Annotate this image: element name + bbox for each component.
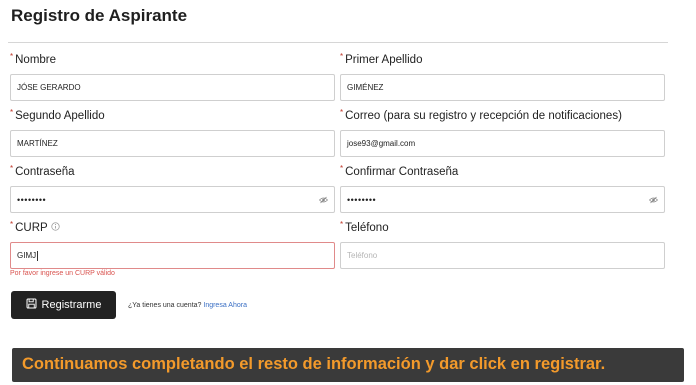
telefono-field-group: * Teléfono Teléfono [340, 220, 665, 269]
confirmar-contrasena-label-text: Confirmar Contraseña [345, 166, 459, 178]
required-marker: * [10, 108, 14, 117]
required-marker: * [10, 164, 14, 173]
nombre-field-group: * Nombre JÓSE GERARDO [10, 52, 335, 101]
contrasena-field-group: * Contraseña •••••••• [10, 164, 335, 213]
info-icon[interactable] [51, 220, 60, 236]
text-caret [37, 250, 39, 261]
contrasena-input[interactable]: •••••••• [10, 186, 335, 213]
primer-apellido-field-group: * Primer Apellido GIMÉNEZ [340, 52, 665, 101]
contrasena-label-text: Contraseña [15, 166, 75, 178]
correo-label: * Correo (para su registro y recepción d… [340, 108, 665, 124]
login-prompt: ¿Ya tienes una cuenta? Ingresa Ahora [128, 302, 247, 309]
curp-field-group: * CURP GIMJ [10, 220, 335, 269]
primer-apellido-label: * Primer Apellido [340, 52, 665, 68]
telefono-label-text: Teléfono [345, 222, 389, 234]
save-icon [26, 298, 37, 312]
telefono-placeholder: Teléfono [347, 251, 378, 260]
required-marker: * [340, 108, 344, 117]
segundo-apellido-input[interactable]: MARTÍNEZ [10, 130, 335, 157]
nombre-label-text: Nombre [15, 54, 57, 66]
login-prompt-text: ¿Ya tienes una cuenta? [128, 302, 202, 309]
segundo-apellido-field-group: * Segundo Apellido MARTÍNEZ [10, 108, 335, 157]
required-marker: * [10, 220, 14, 229]
correo-input[interactable]: jose93@gmail.com [340, 130, 665, 157]
curp-label: * CURP [10, 220, 335, 236]
correo-field-group: * Correo (para su registro y recepción d… [340, 108, 665, 157]
curp-label-text: CURP [15, 222, 48, 234]
confirmar-contrasena-label: * Confirmar Contraseña [340, 164, 665, 180]
primer-apellido-label-text: Primer Apellido [345, 54, 423, 66]
required-marker: * [340, 164, 344, 173]
confirmar-contrasena-input[interactable]: •••••••• [340, 186, 665, 213]
primer-apellido-input[interactable]: GIMÉNEZ [340, 74, 665, 101]
nombre-label: * Nombre [10, 52, 335, 68]
contrasena-label: * Contraseña [10, 164, 335, 180]
nombre-input[interactable]: JÓSE GERARDO [10, 74, 335, 101]
curp-input[interactable]: GIMJ [10, 242, 335, 269]
curp-error-message: Por favor ingrese un CURP válido [10, 270, 115, 277]
contrasena-value: •••••••• [17, 194, 47, 205]
eye-icon[interactable] [318, 196, 329, 206]
required-marker: * [340, 220, 344, 229]
confirmar-contrasena-field-group: * Confirmar Contraseña •••••••• [340, 164, 665, 213]
segundo-apellido-value: MARTÍNEZ [17, 139, 58, 148]
page-title: Registro de Aspirante [11, 6, 188, 25]
title-divider [8, 42, 668, 43]
confirmar-contrasena-value: •••••••• [347, 194, 377, 205]
video-caption: Continuamos completando el resto de info… [22, 355, 606, 373]
register-button-label: Registrarme [41, 299, 102, 311]
login-link[interactable]: Ingresa Ahora [203, 302, 247, 309]
nombre-value: JÓSE GERARDO [17, 83, 81, 92]
segundo-apellido-label: * Segundo Apellido [10, 108, 335, 124]
correo-label-text: Correo (para su registro y recepción de … [345, 110, 622, 122]
register-button[interactable]: Registrarme [11, 291, 116, 319]
primer-apellido-value: GIMÉNEZ [347, 83, 384, 92]
required-marker: * [10, 52, 14, 61]
correo-value: jose93@gmail.com [347, 139, 416, 148]
eye-icon[interactable] [648, 196, 659, 206]
segundo-apellido-label-text: Segundo Apellido [15, 110, 105, 122]
curp-value: GIMJ [17, 251, 37, 260]
telefono-label: * Teléfono [340, 220, 665, 236]
required-marker: * [340, 52, 344, 61]
telefono-input[interactable]: Teléfono [340, 242, 665, 269]
